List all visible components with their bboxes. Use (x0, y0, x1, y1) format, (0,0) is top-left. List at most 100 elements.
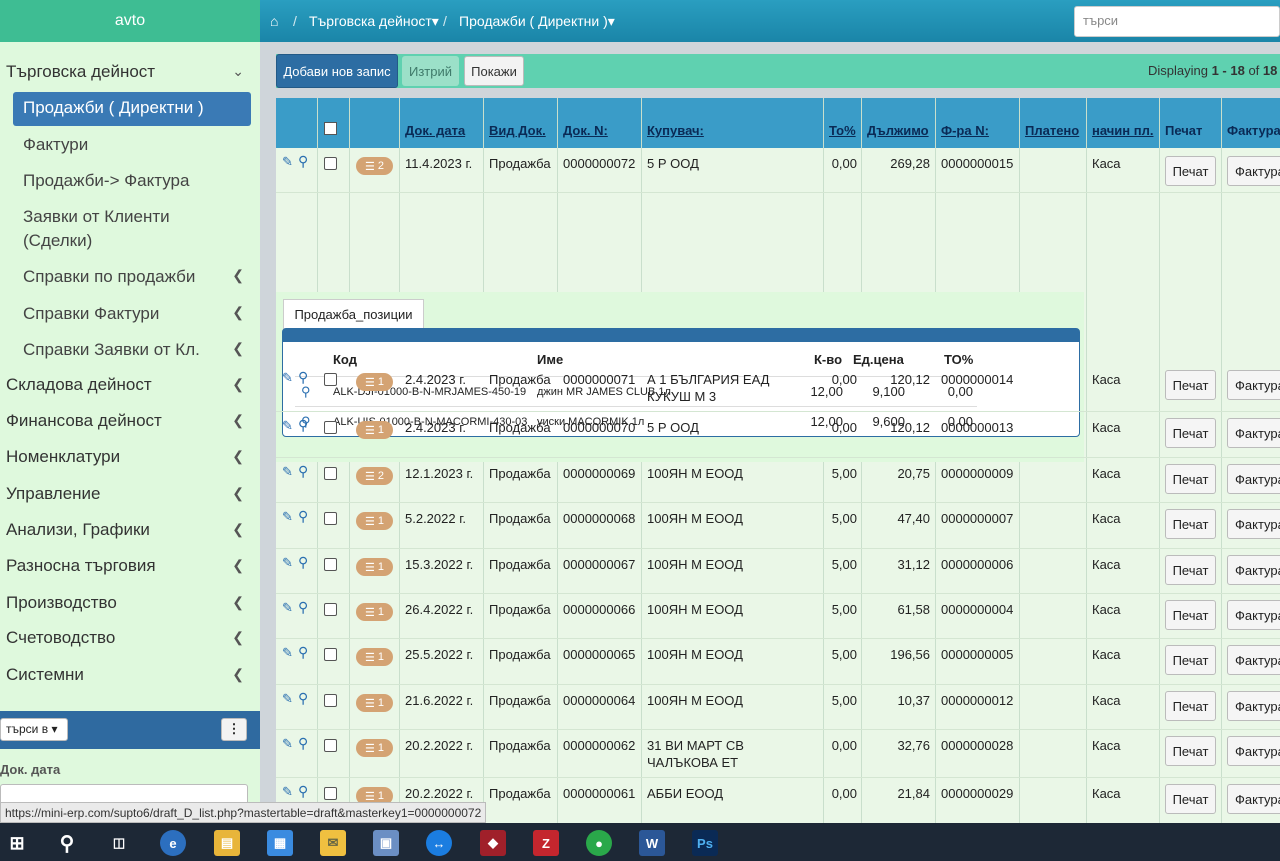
invoice-button[interactable]: Фактура (1227, 600, 1280, 630)
nav-item-direct-sales[interactable]: Продажби ( Директни ) (13, 92, 251, 126)
table-row[interactable]: ✎ ⚲ ☰ 1 2.4.2023 г. Продажба 0000000070 … (276, 412, 1280, 458)
task-view-icon[interactable]: ◫ (106, 830, 132, 856)
photoshop-icon[interactable]: Ps (692, 830, 718, 856)
edit-icon[interactable]: ✎ (282, 645, 293, 661)
header-doc-type[interactable]: Вид Док. (489, 123, 546, 138)
row-checkbox[interactable] (324, 603, 337, 616)
edit-icon[interactable]: ✎ (282, 736, 293, 752)
items-count-badge[interactable]: ☰ 1 (356, 603, 393, 621)
search-icon[interactable]: ⚲ (54, 830, 80, 856)
brand-logo[interactable]: avto (0, 0, 260, 42)
row-checkbox[interactable] (324, 739, 337, 752)
show-button[interactable]: Покажи (464, 56, 524, 86)
row-checkbox[interactable] (324, 694, 337, 707)
items-count-badge[interactable]: ☰ 1 (356, 421, 393, 439)
nav-section-management[interactable]: Управление ❮ (0, 484, 260, 504)
home-icon[interactable]: ⌂ (270, 13, 278, 29)
row-checkbox[interactable] (324, 512, 337, 525)
search-input[interactable]: търси (1074, 6, 1280, 37)
row-checkbox[interactable] (324, 421, 337, 434)
print-button[interactable]: Печат (1165, 464, 1216, 494)
zoom-icon[interactable]: ⚲ (298, 783, 308, 800)
edit-icon[interactable]: ✎ (282, 370, 293, 386)
more-options-icon[interactable]: ⋮ (221, 718, 247, 741)
table-row[interactable]: ✎ ⚲ ☰ 2 11.4.2023 г. Продажба 0000000072… (276, 148, 1280, 193)
print-button[interactable]: Печат (1165, 156, 1216, 186)
ruby-icon[interactable]: ◆ (480, 830, 506, 856)
header-pay-method[interactable]: начин пл. (1092, 123, 1153, 138)
invoice-button[interactable]: Фактура (1227, 370, 1280, 400)
print-button[interactable]: Печат (1165, 784, 1216, 814)
invoice-button[interactable]: Фактура (1227, 736, 1280, 766)
nav-section-delivery[interactable]: Разносна търговия ❮ (0, 556, 260, 576)
table-row[interactable]: ✎ ⚲ ☰ 1 26.4.2022 г. Продажба 0000000066… (276, 594, 1280, 639)
zoom-icon[interactable]: ⚲ (298, 690, 308, 707)
edit-icon[interactable]: ✎ (282, 418, 293, 434)
nav-item-sales-to-invoice[interactable]: Продажби-> Фактура (23, 169, 243, 193)
header-due[interactable]: Дължимо (867, 123, 929, 138)
invoice-button[interactable]: Фактура (1227, 464, 1280, 494)
items-count-badge[interactable]: ☰ 1 (356, 694, 393, 712)
table-row[interactable]: ✎ ⚲ ☰ 2 12.1.2023 г. Продажба 0000000069… (276, 458, 1280, 503)
nav-section-warehouse[interactable]: Складова дейност ❮ (0, 375, 260, 395)
zoom-icon[interactable]: ⚲ (298, 508, 308, 525)
row-checkbox[interactable] (324, 648, 337, 661)
print-button[interactable]: Печат (1165, 645, 1216, 675)
nav-section-production[interactable]: Производство ❮ (0, 593, 260, 613)
select-all-checkbox[interactable] (324, 122, 337, 135)
nav-section-system[interactable]: Системни ❮ (0, 665, 260, 685)
word-icon[interactable]: W (639, 830, 665, 856)
table-row[interactable]: ✎ ⚲ ☰ 1 2.4.2023 г. Продажба 0000000071 … (276, 364, 1280, 412)
delete-button[interactable]: Изтрий (402, 56, 459, 86)
edit-icon[interactable]: ✎ (282, 509, 293, 525)
header-invoice-no[interactable]: Ф-ра N: (941, 123, 989, 138)
print-button[interactable]: Печат (1165, 736, 1216, 766)
row-checkbox[interactable] (324, 467, 337, 480)
items-count-badge[interactable]: ☰ 2 (356, 467, 393, 485)
header-paid[interactable]: Платено (1025, 123, 1079, 138)
nav-item-invoices[interactable]: Фактури (23, 133, 243, 157)
zoom-icon[interactable]: ⚲ (298, 554, 308, 571)
print-button[interactable]: Печат (1165, 555, 1216, 585)
row-checkbox[interactable] (324, 558, 337, 571)
zoom-icon[interactable]: ⚲ (298, 369, 308, 386)
invoice-button[interactable]: Фактура (1227, 645, 1280, 675)
header-doc-no[interactable]: Док. N: (563, 123, 608, 138)
edit-icon[interactable]: ✎ (282, 691, 293, 707)
row-checkbox[interactable] (324, 373, 337, 386)
breadcrumb-trade[interactable]: Търговска дейност▾ (309, 13, 439, 30)
print-button[interactable]: Печат (1165, 418, 1216, 448)
edit-icon[interactable]: ✎ (282, 464, 293, 480)
print-button[interactable]: Печат (1165, 509, 1216, 539)
table-row[interactable]: ✎ ⚲ ☰ 1 25.5.2022 г. Продажба 0000000065… (276, 639, 1280, 685)
print-button[interactable]: Печат (1165, 600, 1216, 630)
items-count-badge[interactable]: ☰ 1 (356, 648, 393, 666)
invoice-button[interactable]: Фактура (1227, 691, 1280, 721)
invoice-button[interactable]: Фактура (1227, 156, 1280, 186)
edit-icon[interactable]: ✎ (282, 600, 293, 616)
tab-sale-items[interactable]: Продажба_позиции (283, 299, 424, 329)
table-row[interactable]: ✎ ⚲ ☰ 1 5.2.2022 г. Продажба 0000000068 … (276, 503, 1280, 549)
items-count-badge[interactable]: ☰ 1 (356, 739, 393, 757)
zoom-icon[interactable]: ⚲ (298, 599, 308, 616)
breadcrumb-direct-sales[interactable]: Продажби ( Директни )▾ (459, 13, 615, 30)
zoom-icon[interactable]: ⚲ (298, 417, 308, 434)
invoice-button[interactable]: Фактура (1227, 509, 1280, 539)
nav-section-nomenclatures[interactable]: Номенклатури ❮ (0, 447, 260, 467)
edit-icon[interactable]: ✎ (282, 154, 293, 170)
edit-icon[interactable]: ✎ (282, 555, 293, 571)
table-row[interactable]: ✎ ⚲ ☰ 1 21.6.2022 г. Продажба 0000000064… (276, 685, 1280, 730)
edge-icon[interactable]: e (160, 830, 186, 856)
header-to-pct[interactable]: То% (829, 123, 856, 138)
invoice-button[interactable]: Фактура (1227, 784, 1280, 814)
file-explorer-icon[interactable]: ▤ (214, 830, 240, 856)
zoom-icon[interactable]: ⚲ (298, 644, 308, 661)
zoom-icon[interactable]: ⚲ (298, 153, 308, 170)
windows-icon[interactable]: ⊞ (4, 830, 30, 856)
print-button[interactable]: Печат (1165, 691, 1216, 721)
store-icon[interactable]: ▦ (267, 830, 293, 856)
filezilla-icon[interactable]: Z (533, 830, 559, 856)
nav-section-finance[interactable]: Финансова дейност ❮ (0, 411, 260, 431)
nav-item-invoice-reports[interactable]: Справки Фактури (23, 302, 243, 326)
nav-section-analytics[interactable]: Анализи, Графики ❮ (0, 520, 260, 540)
